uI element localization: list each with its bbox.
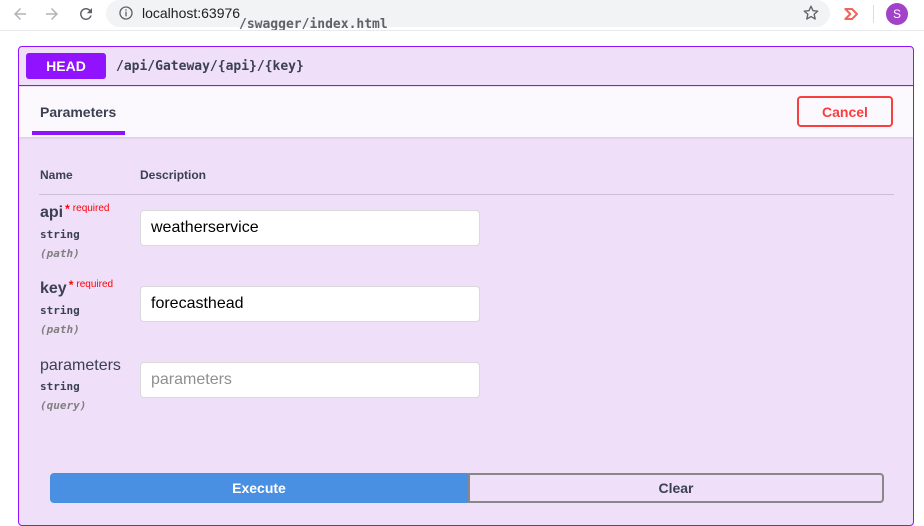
column-header-description: Description bbox=[140, 168, 207, 182]
toolbar-separator bbox=[0, 30, 924, 31]
operation-path: /api/Gateway/{api}/{key} bbox=[116, 59, 304, 74]
reload-icon[interactable] bbox=[74, 2, 98, 26]
tab-parameters[interactable]: Parameters bbox=[40, 104, 116, 120]
param-input-parameters[interactable] bbox=[140, 362, 480, 398]
param-input-api[interactable] bbox=[140, 210, 480, 246]
param-type-key: string bbox=[40, 304, 80, 317]
back-arrow-icon[interactable] bbox=[8, 2, 32, 26]
toolbar-divider bbox=[873, 5, 874, 23]
info-icon[interactable] bbox=[118, 5, 134, 21]
url-host: localhost:63976 bbox=[142, 5, 241, 21]
param-in-parameters: (query) bbox=[40, 399, 87, 412]
param-name-label: api bbox=[40, 204, 64, 221]
required-label: required bbox=[72, 203, 110, 214]
param-input-key[interactable] bbox=[140, 286, 480, 322]
parameters-tab-header: Parameters Cancel bbox=[19, 87, 913, 137]
param-name-label: key bbox=[40, 280, 67, 297]
star-icon[interactable] bbox=[802, 4, 820, 22]
required-label: required bbox=[76, 279, 114, 290]
profile-avatar[interactable]: S bbox=[886, 3, 908, 25]
column-header-name: Name bbox=[40, 168, 73, 182]
clear-button[interactable]: Clear bbox=[468, 473, 884, 503]
required-star: * bbox=[65, 202, 70, 216]
method-badge: HEAD bbox=[26, 53, 106, 79]
forward-arrow-icon[interactable] bbox=[40, 2, 64, 26]
tab-active-indicator bbox=[32, 131, 125, 135]
param-in-key: (path) bbox=[40, 323, 80, 336]
address-bar[interactable]: localhost:63976/swagger/index.html bbox=[106, 0, 830, 32]
cancel-button[interactable]: Cancel bbox=[797, 96, 893, 127]
param-name-parameters: parameters bbox=[40, 357, 121, 374]
param-name-api: api * required bbox=[40, 202, 110, 222]
operation-summary[interactable]: HEAD /api/Gateway/{api}/{key} bbox=[19, 47, 913, 86]
url-text: localhost:63976/swagger/index.html bbox=[142, 5, 388, 32]
header-divider bbox=[39, 194, 894, 195]
param-type-parameters: string bbox=[40, 380, 80, 393]
param-name-key: key * required bbox=[40, 278, 114, 298]
browser-toolbar: localhost:63976/swagger/index.html S bbox=[0, 0, 924, 32]
execute-button[interactable]: Execute bbox=[50, 473, 468, 503]
required-star: * bbox=[68, 278, 74, 292]
operation-block: HEAD /api/Gateway/{api}/{key} Parameters… bbox=[18, 46, 914, 526]
param-type-api: string bbox=[40, 228, 80, 241]
param-in-api: (path) bbox=[40, 247, 80, 260]
extension-icon[interactable] bbox=[842, 4, 862, 24]
